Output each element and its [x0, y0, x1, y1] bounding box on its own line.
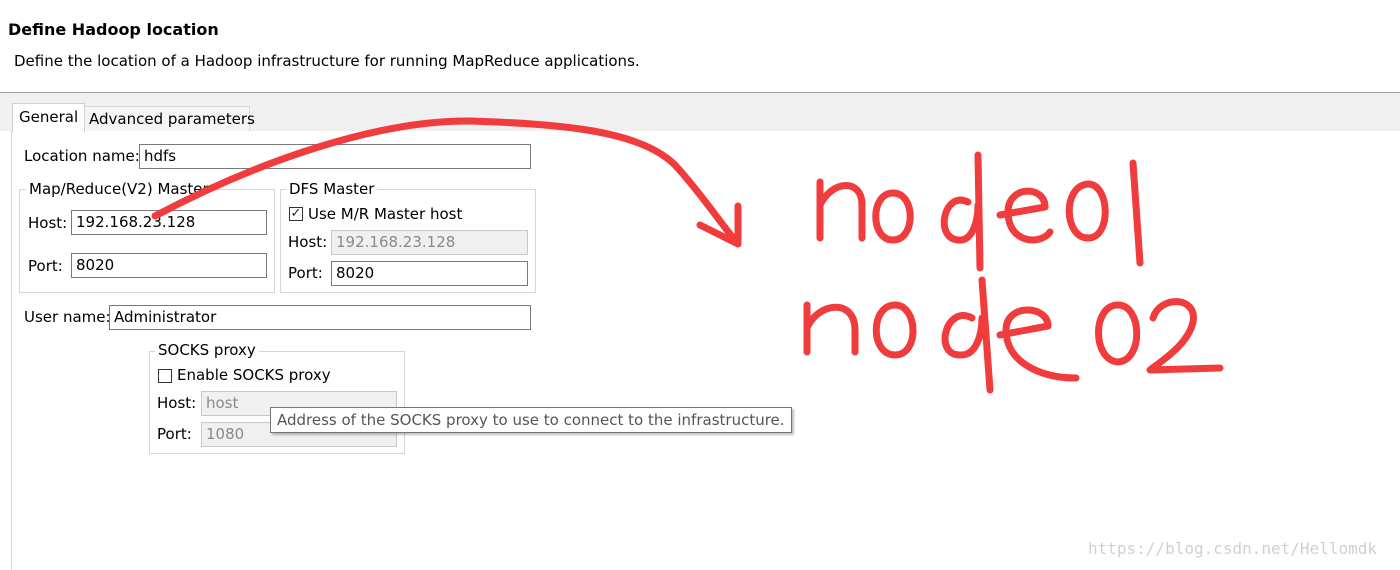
dialog-title: Define Hadoop location — [8, 20, 219, 39]
user-name-label: User name: — [24, 308, 111, 326]
dfs-host-label: Host: — [288, 233, 328, 251]
user-name-input[interactable]: Administrator — [109, 305, 531, 330]
tab-general[interactable]: General — [12, 103, 86, 132]
use-mr-master-checkbox[interactable]: ✓ — [289, 207, 303, 221]
mr-host-input[interactable]: 192.168.23.128 — [71, 210, 267, 235]
use-mr-master-label: Use M/R Master host — [308, 205, 463, 223]
dialog-description: Define the location of a Hadoop infrastr… — [14, 52, 640, 70]
socks-host-label: Host: — [157, 394, 197, 412]
mr-master-title: Map/Reduce(V2) Master — [26, 180, 212, 198]
dfs-port-input[interactable]: 8020 — [331, 261, 528, 286]
dfs-host-input: 192.168.23.128 — [331, 230, 528, 255]
socks-proxy-title: SOCKS proxy — [155, 341, 259, 359]
location-name-label: Location name: — [24, 147, 140, 165]
enable-socks-label: Enable SOCKS proxy — [177, 366, 331, 384]
socks-host-tooltip: Address of the SOCKS proxy to use to con… — [270, 407, 792, 433]
watermark-text: https://blog.csdn.net/Hellomdk — [1088, 539, 1377, 558]
location-name-input[interactable]: hdfs — [139, 144, 531, 169]
dfs-master-title: DFS Master — [286, 180, 378, 198]
enable-socks-checkbox[interactable] — [158, 369, 172, 383]
dfs-port-label: Port: — [288, 264, 323, 282]
mr-host-label: Host: — [28, 214, 68, 232]
socks-port-label: Port: — [157, 425, 192, 443]
mr-port-input[interactable]: 8020 — [71, 253, 267, 278]
mr-port-label: Port: — [28, 257, 63, 275]
tab-advanced-parameters[interactable]: Advanced parameters — [82, 106, 255, 131]
